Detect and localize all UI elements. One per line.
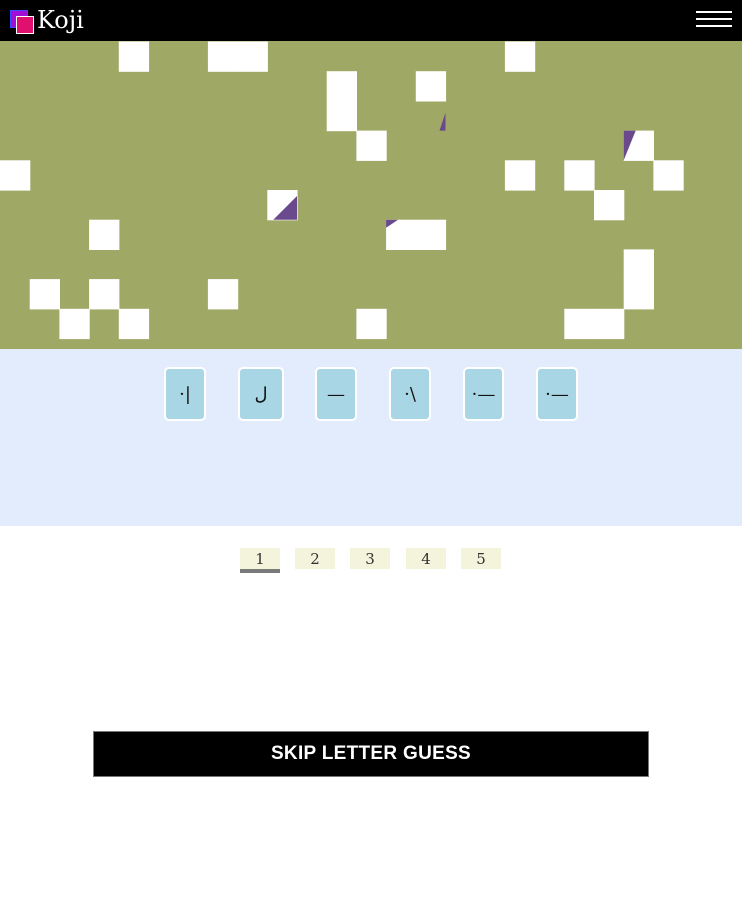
revealed-cell[interactable] bbox=[623, 249, 654, 280]
revealed-cell[interactable] bbox=[415, 71, 447, 102]
revealed-cell[interactable] bbox=[564, 160, 595, 191]
revealed-cell[interactable] bbox=[237, 41, 268, 72]
level-tabs: 1 2 3 4 5 bbox=[0, 548, 742, 578]
tab-4[interactable]: 4 bbox=[406, 548, 446, 569]
revealed-cell[interactable] bbox=[623, 279, 654, 310]
revealed-cell[interactable] bbox=[118, 308, 150, 340]
revealed-cell[interactable] bbox=[326, 100, 357, 132]
revealed-cell[interactable] bbox=[29, 279, 60, 310]
letter-tile[interactable]: ل bbox=[238, 367, 284, 421]
revealed-cell[interactable] bbox=[207, 41, 239, 72]
tile-glyph: ·| bbox=[179, 383, 191, 405]
puzzle-board[interactable] bbox=[0, 41, 742, 349]
revealed-cell[interactable] bbox=[89, 279, 120, 310]
revealed-cell[interactable] bbox=[89, 219, 120, 250]
letter-tile[interactable]: ·\ bbox=[389, 367, 431, 421]
hamburger-menu-icon[interactable] bbox=[696, 10, 732, 28]
revealed-cell[interactable] bbox=[0, 160, 31, 191]
tile-glyph: ل bbox=[254, 383, 268, 405]
menu-line bbox=[696, 25, 732, 27]
tile-glyph: — bbox=[327, 383, 345, 405]
letter-tile[interactable]: — bbox=[315, 367, 357, 421]
revealed-cell[interactable] bbox=[356, 308, 387, 340]
revealed-cell[interactable] bbox=[118, 41, 150, 72]
revealed-cell[interactable] bbox=[59, 308, 90, 340]
revealed-cell[interactable] bbox=[504, 160, 536, 191]
letter-tile[interactable]: ·— bbox=[536, 367, 578, 421]
revealed-cell[interactable] bbox=[326, 71, 357, 102]
letter-tile[interactable]: ·| bbox=[164, 367, 206, 421]
letter-tile[interactable]: ·— bbox=[463, 367, 504, 421]
tab-3[interactable]: 3 bbox=[350, 548, 390, 569]
revealed-cell[interactable] bbox=[564, 308, 595, 340]
tab-5[interactable]: 5 bbox=[461, 548, 501, 569]
tab-2[interactable]: 2 bbox=[295, 548, 335, 569]
revealed-cell[interactable] bbox=[504, 41, 536, 72]
board-grid bbox=[0, 41, 684, 340]
hint-triangle bbox=[439, 112, 446, 131]
top-bar: Koji bbox=[0, 0, 742, 41]
revealed-cell[interactable] bbox=[207, 279, 239, 310]
menu-line bbox=[696, 18, 732, 20]
menu-line bbox=[696, 11, 732, 13]
skip-letter-guess-button[interactable]: SKIP LETTER GUESS bbox=[93, 731, 649, 777]
revealed-cell[interactable] bbox=[594, 308, 625, 340]
brand-name[interactable]: Koji bbox=[37, 6, 84, 34]
koji-logo-icon[interactable] bbox=[10, 10, 36, 36]
revealed-cell[interactable] bbox=[415, 219, 447, 250]
tab-1[interactable]: 1 bbox=[240, 548, 280, 573]
logo-square-front bbox=[16, 16, 34, 34]
tile-glyph: ·— bbox=[545, 383, 569, 405]
tile-glyph: ·\ bbox=[404, 383, 416, 405]
revealed-cell[interactable] bbox=[594, 190, 625, 221]
tile-glyph: ·— bbox=[471, 383, 496, 405]
revealed-cell[interactable] bbox=[653, 160, 684, 191]
revealed-cell[interactable] bbox=[356, 130, 387, 161]
letter-tray: ·| ل — ·\ ·— ·— bbox=[0, 349, 742, 526]
